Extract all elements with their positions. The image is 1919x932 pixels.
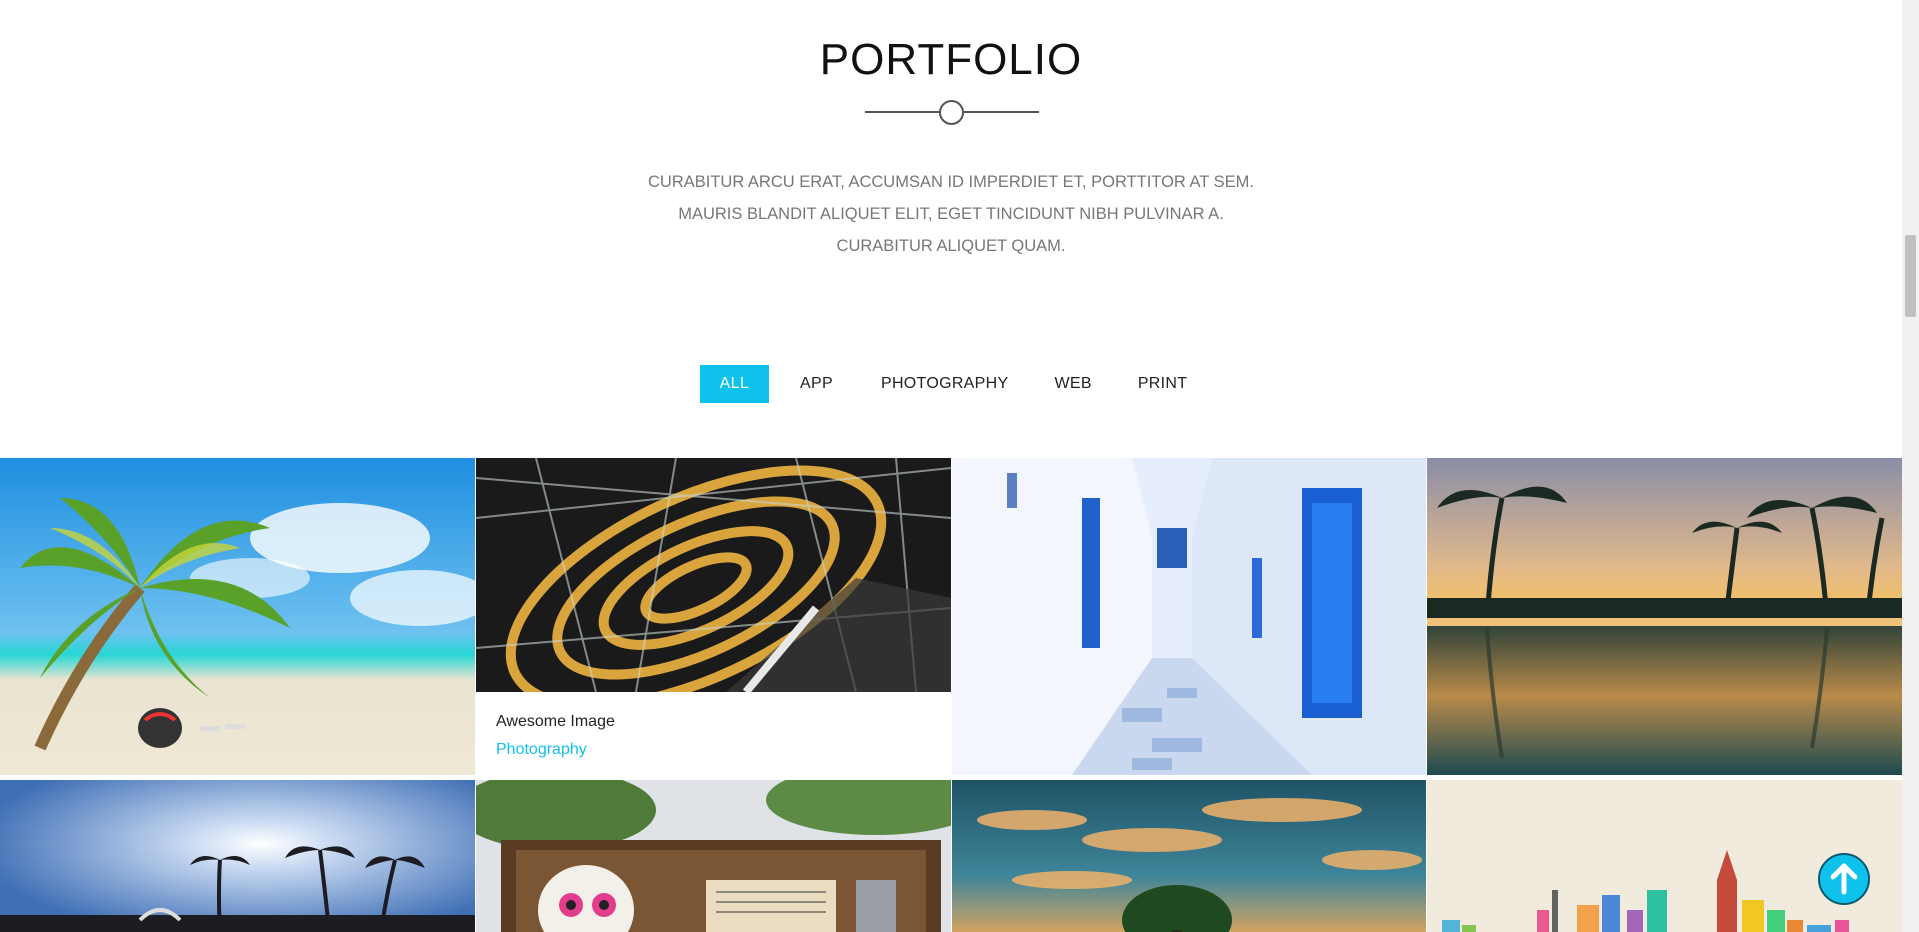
palm-sky-image (0, 780, 475, 932)
arrow-up-circle-icon (1830, 863, 1858, 895)
palm-beach-image (0, 458, 475, 775)
caption-title: Awesome Image (496, 713, 615, 730)
section-description: CURABITUR ARCU ERAT, ACCUMSAN ID IMPERDI… (647, 173, 1254, 255)
filter-print[interactable]: PRINT (1123, 365, 1203, 403)
portfolio-page: PORTFOLIO CURABITUR ARCU ERAT, ACCUMSAN … (0, 0, 1919, 932)
portfolio-item-white-alley[interactable] (952, 458, 1426, 775)
scrollbar-track[interactable] (1902, 0, 1919, 932)
portfolio-item-caption: Awesome Image Photography (476, 692, 951, 775)
caption-category-link[interactable]: Photography (496, 740, 931, 760)
portfolio-item-skull-crate[interactable] (476, 780, 951, 932)
portfolio-item-spiral-building[interactable]: Awesome Image Photography (476, 458, 951, 775)
tree-sunset-image (952, 780, 1426, 932)
resort-pool-image (1427, 458, 1902, 775)
divider-line-right (964, 111, 1039, 113)
divider-line-left (865, 111, 940, 113)
scrollbar-thumb[interactable] (1905, 235, 1916, 317)
portfolio-filter-bar: ALL APP PHOTOGRAPHY WEB PRINT (0, 365, 1902, 403)
filter-all[interactable]: ALL (699, 365, 770, 403)
divider-circle-icon (939, 100, 964, 125)
filter-app[interactable]: APP (785, 365, 848, 403)
portfolio-item-tree-sunset[interactable] (952, 780, 1426, 932)
portfolio-item-palm-beach[interactable] (0, 458, 475, 775)
back-to-top-button[interactable] (1818, 853, 1870, 905)
portfolio-item-resort-pool[interactable] (1427, 458, 1902, 775)
title-divider (865, 99, 1039, 125)
skull-crate-image (476, 780, 951, 932)
portfolio-item-palm-sky[interactable] (0, 780, 475, 932)
filter-web[interactable]: WEB (1039, 365, 1106, 403)
white-alley-image (952, 458, 1426, 775)
portfolio-header: PORTFOLIO (0, 0, 1902, 84)
spiral-building-image (476, 458, 951, 692)
page-title: PORTFOLIO (819, 35, 1083, 84)
filter-photography[interactable]: PHOTOGRAPHY (866, 365, 1023, 403)
